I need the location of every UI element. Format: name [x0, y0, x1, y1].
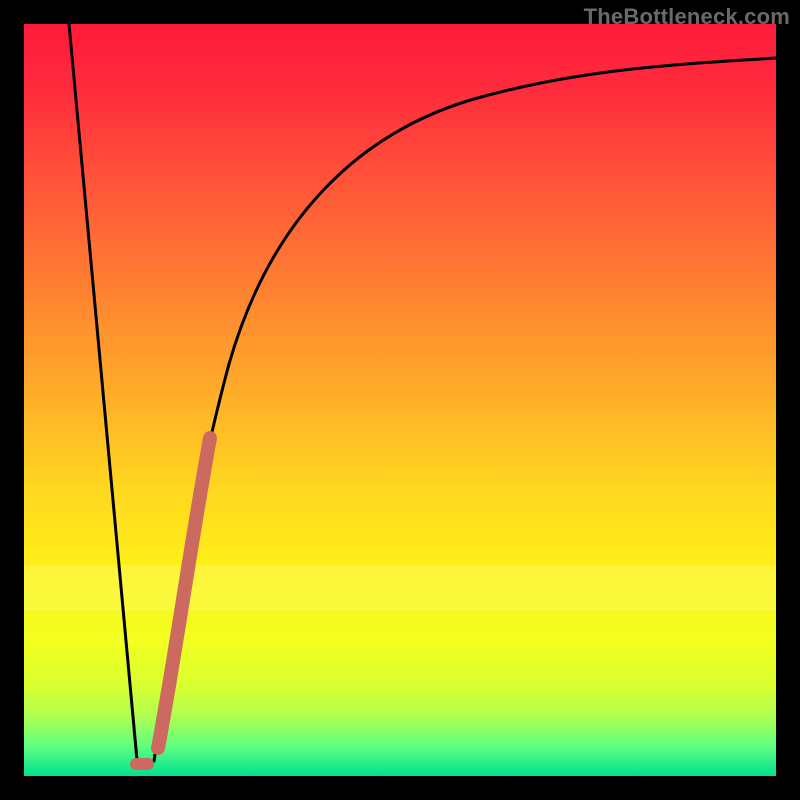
chart-frame: TheBottleneck.com — [0, 0, 800, 800]
plot-area — [24, 24, 776, 776]
chart-svg — [24, 24, 776, 776]
curve-left-branch — [69, 24, 137, 760]
highlight-segment — [158, 438, 210, 748]
watermark-text: TheBottleneck.com — [584, 4, 790, 30]
curve-right-branch — [154, 58, 776, 761]
